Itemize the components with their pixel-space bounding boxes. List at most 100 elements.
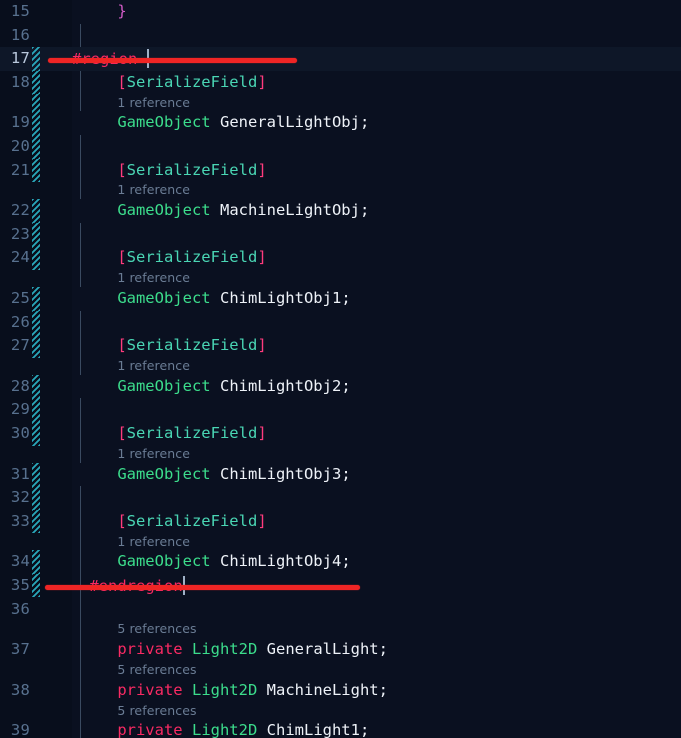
code-content[interactable]: } (72, 0, 681, 24)
gutter: 34 (0, 550, 72, 574)
code-content[interactable]: GameObject ChimLightObj1; (72, 286, 681, 311)
gutter: 27 (0, 334, 72, 358)
codelens-row[interactable]: 1 reference (0, 269, 681, 287)
code-content[interactable] (72, 134, 681, 159)
gutter: 30 (0, 421, 72, 446)
code-content[interactable] (72, 486, 681, 510)
line-number: 26 (10, 312, 30, 331)
token: GameObject (117, 113, 211, 132)
code-content[interactable] (72, 310, 681, 335)
gutter (0, 702, 72, 720)
code-text: } (72, 3, 126, 20)
code-content[interactable]: GameObject GeneralLightObj; (72, 111, 681, 135)
code-content[interactable]: private Light2D ChimLight1; (72, 719, 681, 738)
code-content[interactable]: 1 reference (72, 357, 681, 375)
red-underline-endregion (45, 585, 360, 590)
token: ChimLightObj2 (219, 376, 342, 395)
codelens-label: 1 reference (117, 445, 191, 461)
code-row: 30 [SerializeField] (0, 421, 681, 446)
code-text: GameObject GeneralLightObj; (72, 115, 369, 131)
code-row: 21 [SerializeField] (0, 158, 681, 183)
gutter: 39 (0, 719, 72, 738)
token: private (117, 680, 183, 699)
codelens-row[interactable]: 1 reference (0, 94, 681, 112)
code-content[interactable]: [SerializeField] (72, 334, 681, 358)
code-content[interactable]: 1 reference (72, 182, 681, 200)
indent-guide (80, 597, 81, 622)
token: MachineLight (266, 680, 379, 699)
token: ; (341, 376, 351, 395)
diff-change-indicator (32, 111, 40, 135)
gutter: 20 (0, 134, 72, 159)
token: ] (257, 511, 267, 530)
line-number: 32 (10, 488, 30, 507)
codelens-label: 5 references (117, 621, 197, 637)
token: ChimLight1 (266, 721, 360, 738)
line-number: 18 (10, 72, 30, 91)
code-content[interactable]: GameObject MachineLightObj; (72, 199, 681, 223)
gutter: 26 (0, 310, 72, 335)
code-content[interactable]: 5 references (72, 661, 681, 679)
token: GeneralLight (266, 640, 379, 659)
code-content[interactable]: [SerializeField] (72, 158, 681, 183)
code-content[interactable]: [SerializeField] (72, 421, 681, 446)
gutter (0, 445, 72, 463)
code-content[interactable]: 5 references (72, 702, 681, 720)
diff-change-indicator (32, 334, 40, 358)
line-number: 19 (10, 113, 30, 132)
codelens-row[interactable]: 1 reference (0, 533, 681, 551)
codelens-label: 1 reference (117, 94, 191, 110)
codelens-row[interactable]: 1 reference (0, 182, 681, 200)
code-content[interactable] (72, 222, 681, 247)
codelens-row[interactable]: 5 references (0, 661, 681, 679)
line-number: 28 (10, 376, 30, 395)
line-number: 30 (10, 423, 30, 442)
code-content[interactable]: 5 references (72, 621, 681, 639)
code-content[interactable]: [SerializeField] (72, 246, 681, 270)
token: ; (378, 680, 388, 699)
code-content[interactable]: GameObject ChimLightObj2; (72, 374, 681, 399)
code-row: 15} (0, 0, 681, 24)
gutter: 23 (0, 222, 72, 247)
token: ; (341, 288, 351, 307)
code-content[interactable]: private Light2D GeneralLight; (72, 638, 681, 662)
code-content[interactable] (72, 23, 681, 48)
gutter (0, 357, 72, 375)
code-content[interactable]: 1 reference (72, 269, 681, 287)
indent-guide (80, 222, 81, 247)
line-number: 34 (10, 552, 30, 571)
diff-change-indicator (32, 70, 40, 95)
code-content[interactable] (72, 597, 681, 622)
token: MachineLightObj (219, 201, 360, 220)
gutter: 24 (0, 246, 72, 270)
code-editor[interactable]: 15}1617#region 18[SerializeField]1 refer… (0, 0, 681, 738)
code-content[interactable] (72, 398, 681, 422)
code-content[interactable]: private Light2D MachineLight; (72, 678, 681, 703)
indent-guide (80, 661, 81, 679)
codelens-row[interactable]: 1 reference (0, 445, 681, 463)
code-content[interactable]: GameObject ChimLightObj4; (72, 550, 681, 574)
code-content[interactable]: 1 reference (72, 445, 681, 463)
code-content[interactable]: 1 reference (72, 94, 681, 112)
codelens-row[interactable]: 1 reference (0, 357, 681, 375)
code-content[interactable]: [SerializeField] (72, 70, 681, 95)
token: SerializeField (126, 248, 258, 267)
indent-guide (80, 269, 81, 287)
codelens-row[interactable]: 5 references (0, 621, 681, 639)
code-content[interactable]: [SerializeField] (72, 509, 681, 534)
token: ] (257, 423, 267, 442)
codelens-row[interactable]: 5 references (0, 702, 681, 720)
codelens-label: 1 reference (117, 270, 191, 286)
gutter: 32 (0, 486, 72, 510)
code-content[interactable]: GameObject ChimLightObj3; (72, 462, 681, 487)
token: ] (257, 160, 267, 179)
codelens-label: 5 references (117, 661, 197, 677)
code-content[interactable]: 1 reference (72, 533, 681, 551)
code-row: 28 GameObject ChimLightObj2; (0, 374, 681, 399)
token: SerializeField (126, 511, 258, 530)
code-row: 26 (0, 310, 681, 335)
